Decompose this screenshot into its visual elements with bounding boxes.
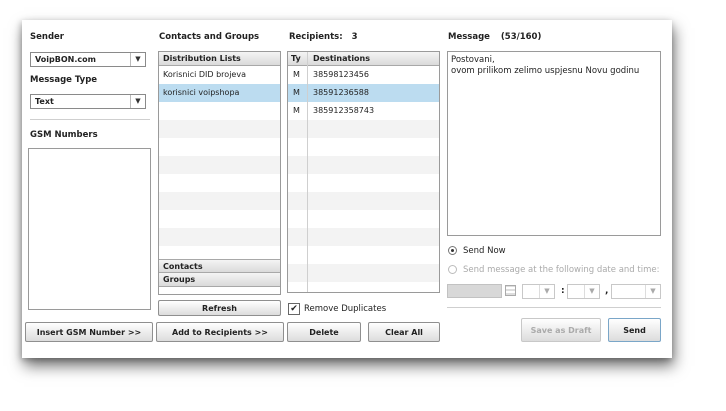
groups-tab[interactable]: Groups bbox=[159, 273, 280, 287]
sender-select[interactable]: VoipBON.com ▼ bbox=[30, 52, 146, 67]
list-item-empty bbox=[159, 102, 280, 120]
list-item-empty bbox=[159, 192, 280, 210]
recipient-destination: 38591236588 bbox=[313, 88, 369, 97]
remove-duplicates-label: Remove Duplicates bbox=[304, 304, 387, 314]
recipient-destination: 385912358743 bbox=[313, 106, 375, 115]
contacts-panel: Distribution Lists Korisnici DID brojeva… bbox=[158, 51, 281, 295]
table-row-empty bbox=[288, 210, 439, 228]
recipient-type: M bbox=[293, 70, 300, 79]
sender-label: Sender bbox=[30, 32, 64, 42]
send-now-radio[interactable] bbox=[448, 246, 457, 255]
send-button[interactable]: Send bbox=[608, 318, 661, 342]
divider bbox=[30, 119, 150, 120]
gsm-numbers-label: GSM Numbers bbox=[30, 130, 98, 140]
message-type-label: Message Type bbox=[30, 75, 98, 85]
chevron-down-icon: ▼ bbox=[584, 285, 599, 298]
distribution-lists-header[interactable]: Distribution Lists bbox=[159, 52, 280, 66]
minute-select[interactable]: ▼ bbox=[567, 284, 600, 299]
column-header-type[interactable]: Ty bbox=[288, 52, 308, 65]
chevron-down-icon: ▼ bbox=[130, 95, 145, 108]
list-item[interactable]: korisnici voipshopa bbox=[159, 84, 280, 102]
table-row-empty bbox=[288, 138, 439, 156]
schedule-radio[interactable] bbox=[448, 265, 457, 274]
sender-value: VoipBON.com bbox=[35, 55, 96, 64]
ampm-select[interactable]: ▼ bbox=[611, 284, 661, 299]
remove-duplicates-checkbox[interactable]: ✔ bbox=[288, 303, 300, 315]
time-separator: , bbox=[605, 286, 609, 296]
recipients-table: Ty Destinations M 38598123456 M 38591236… bbox=[287, 51, 440, 293]
list-item-empty bbox=[159, 138, 280, 156]
table-row-empty bbox=[288, 174, 439, 192]
delete-button[interactable]: Delete bbox=[287, 322, 361, 342]
message-label: Message (53/160) bbox=[448, 32, 541, 42]
chevron-down-icon: ▼ bbox=[130, 53, 145, 66]
hour-select[interactable]: ▼ bbox=[522, 284, 555, 299]
column-divider bbox=[307, 52, 308, 292]
date-input[interactable] bbox=[447, 284, 502, 298]
divider bbox=[447, 307, 661, 308]
table-row[interactable]: M 38591236588 bbox=[288, 84, 439, 102]
column-header-destinations[interactable]: Destinations bbox=[308, 52, 370, 65]
schedule-label: Send message at the following date and t… bbox=[463, 265, 660, 275]
table-row-empty bbox=[288, 246, 439, 264]
message-counter: (53/160) bbox=[500, 32, 542, 42]
message-type-select[interactable]: Text ▼ bbox=[30, 94, 146, 109]
recipient-type: M bbox=[293, 106, 300, 115]
recipients-count: 3 bbox=[351, 32, 358, 42]
table-row-empty bbox=[288, 228, 439, 246]
list-item-empty bbox=[159, 246, 280, 259]
add-to-recipients-button[interactable]: Add to Recipients >> bbox=[156, 322, 284, 342]
message-label-text: Message bbox=[448, 32, 490, 42]
message-textarea[interactable]: Postovani, ovom prilikom zelimo uspjesnu… bbox=[447, 51, 661, 236]
recipients-label: Recipients: 3 bbox=[289, 32, 358, 42]
message-text-line: ovom prilikom zelimo uspjesnu Novu godin… bbox=[451, 66, 640, 76]
table-row-empty bbox=[288, 120, 439, 138]
message-type-value: Text bbox=[35, 97, 54, 106]
message-text-line: Postovani, bbox=[451, 55, 495, 65]
chevron-down-icon: ▼ bbox=[539, 285, 554, 298]
table-row-empty bbox=[288, 264, 439, 282]
insert-gsm-number-button[interactable]: Insert GSM Number >> bbox=[25, 322, 153, 342]
list-item-empty bbox=[159, 156, 280, 174]
contacts-groups-label: Contacts and Groups bbox=[159, 32, 260, 42]
contacts-tab[interactable]: Contacts bbox=[159, 259, 280, 273]
sms-composer-window: Sender VoipBON.com ▼ Message Type Text ▼… bbox=[22, 20, 672, 358]
gsm-numbers-textarea[interactable] bbox=[28, 148, 151, 310]
list-item-empty bbox=[159, 174, 280, 192]
send-now-label: Send Now bbox=[463, 246, 506, 256]
table-row[interactable]: M 385912358743 bbox=[288, 102, 439, 120]
time-separator: : bbox=[561, 286, 565, 296]
recipient-type: M bbox=[293, 88, 300, 97]
refresh-button[interactable]: Refresh bbox=[158, 300, 281, 316]
list-item-empty bbox=[159, 120, 280, 138]
recipient-destination: 38598123456 bbox=[313, 70, 369, 79]
list-item-empty bbox=[159, 228, 280, 246]
list-item[interactable]: Korisnici DID brojeva bbox=[159, 66, 280, 84]
calendar-icon[interactable] bbox=[505, 285, 516, 296]
save-as-draft-button[interactable]: Save as Draft bbox=[521, 318, 601, 342]
table-row[interactable]: M 38598123456 bbox=[288, 66, 439, 84]
recipients-header-row: Ty Destinations bbox=[288, 52, 439, 66]
list-item-empty bbox=[159, 210, 280, 228]
clear-all-button[interactable]: Clear All bbox=[368, 322, 440, 342]
chevron-down-icon: ▼ bbox=[645, 285, 660, 298]
table-row-empty bbox=[288, 156, 439, 174]
recipients-label-text: Recipients: bbox=[289, 32, 343, 42]
table-row-empty bbox=[288, 192, 439, 210]
